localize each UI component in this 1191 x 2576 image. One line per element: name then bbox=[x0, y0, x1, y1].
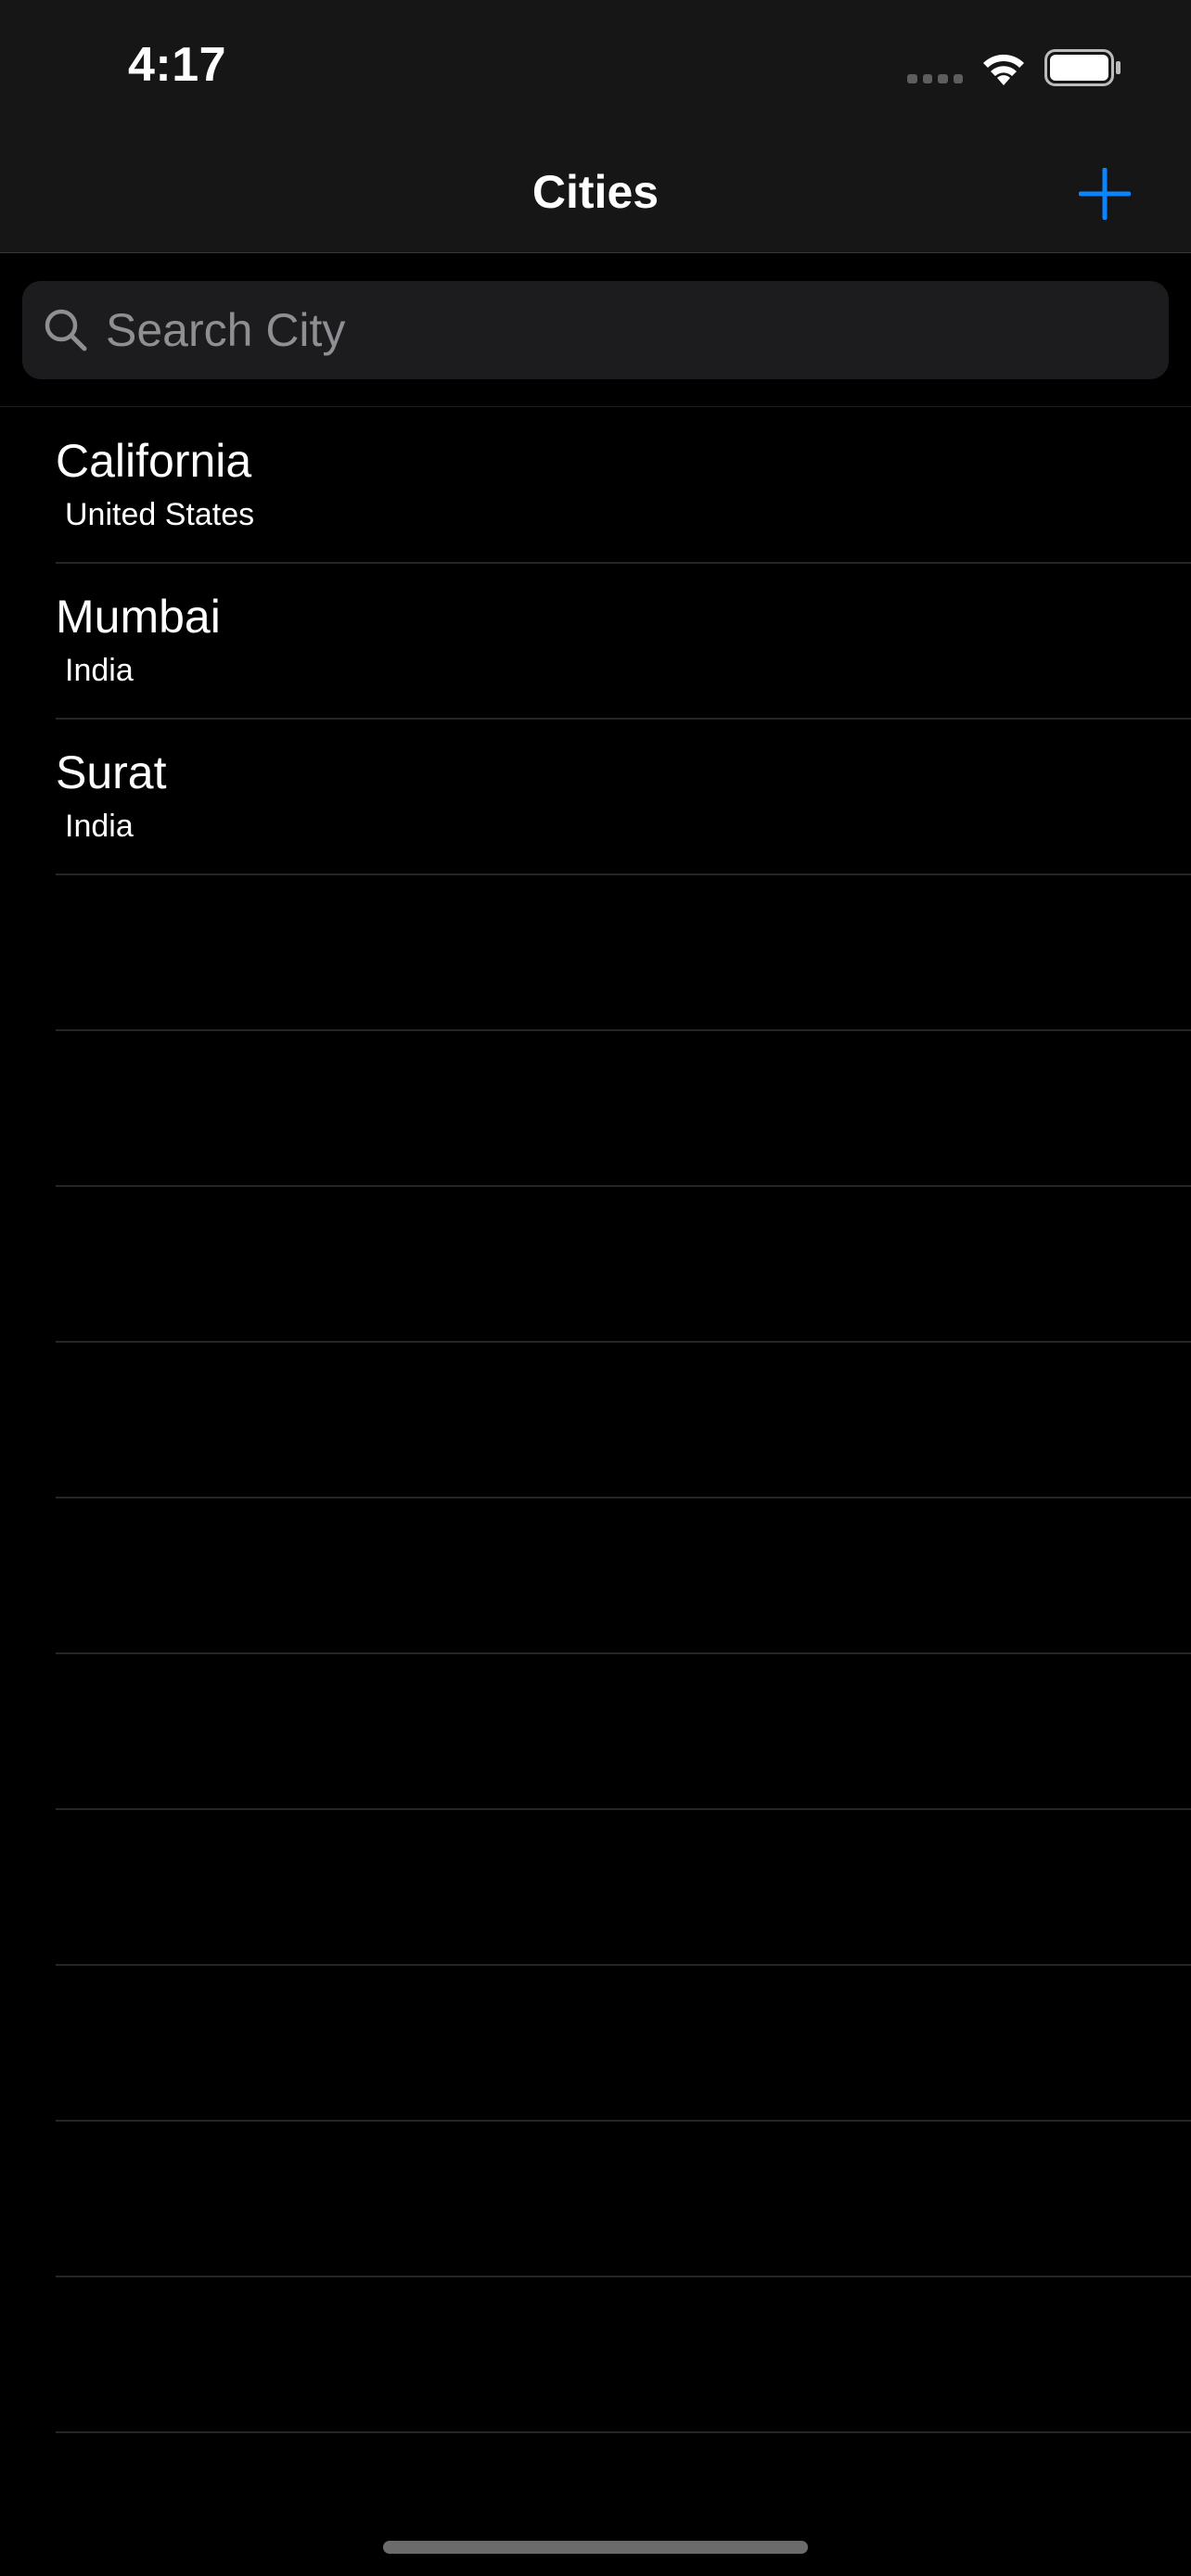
signal-icon bbox=[907, 74, 963, 85]
status-bar: 4:17 bbox=[0, 0, 1191, 130]
home-indicator bbox=[383, 2541, 808, 2554]
search-section: Search City bbox=[0, 254, 1191, 407]
empty-row bbox=[56, 1810, 1191, 1966]
status-time: 4:17 bbox=[128, 38, 227, 92]
city-row-mumbai[interactable]: Mumbai India bbox=[56, 564, 1191, 720]
empty-row bbox=[56, 2277, 1191, 2433]
wifi-icon bbox=[983, 54, 1024, 85]
plus-icon bbox=[1079, 168, 1131, 220]
city-row-surat[interactable]: Surat India bbox=[56, 720, 1191, 875]
search-input[interactable]: Search City bbox=[22, 281, 1169, 379]
empty-rows bbox=[0, 875, 1191, 2433]
city-country: United States bbox=[65, 497, 255, 532]
city-row-california[interactable]: California United States bbox=[56, 408, 1191, 564]
empty-row bbox=[56, 1498, 1191, 1654]
city-list: California United States Mumbai India Su… bbox=[0, 408, 1191, 2433]
city-country: India bbox=[65, 653, 134, 688]
empty-row bbox=[56, 2122, 1191, 2277]
add-city-button[interactable] bbox=[1065, 154, 1145, 234]
magnifier-icon bbox=[45, 309, 87, 351]
empty-row bbox=[56, 875, 1191, 1031]
city-name: Mumbai bbox=[56, 591, 221, 643]
city-name: California bbox=[56, 435, 252, 487]
page-title: Cities bbox=[531, 166, 660, 218]
empty-row bbox=[56, 1966, 1191, 2122]
city-country: India bbox=[65, 809, 134, 844]
city-name: Surat bbox=[56, 746, 167, 798]
navigation-bar: Cities bbox=[0, 130, 1191, 253]
empty-row bbox=[56, 1187, 1191, 1343]
empty-row bbox=[56, 1654, 1191, 1810]
empty-row bbox=[56, 1343, 1191, 1498]
battery-icon bbox=[1044, 49, 1121, 86]
search-placeholder: Search City bbox=[106, 304, 346, 356]
empty-row bbox=[56, 1031, 1191, 1187]
